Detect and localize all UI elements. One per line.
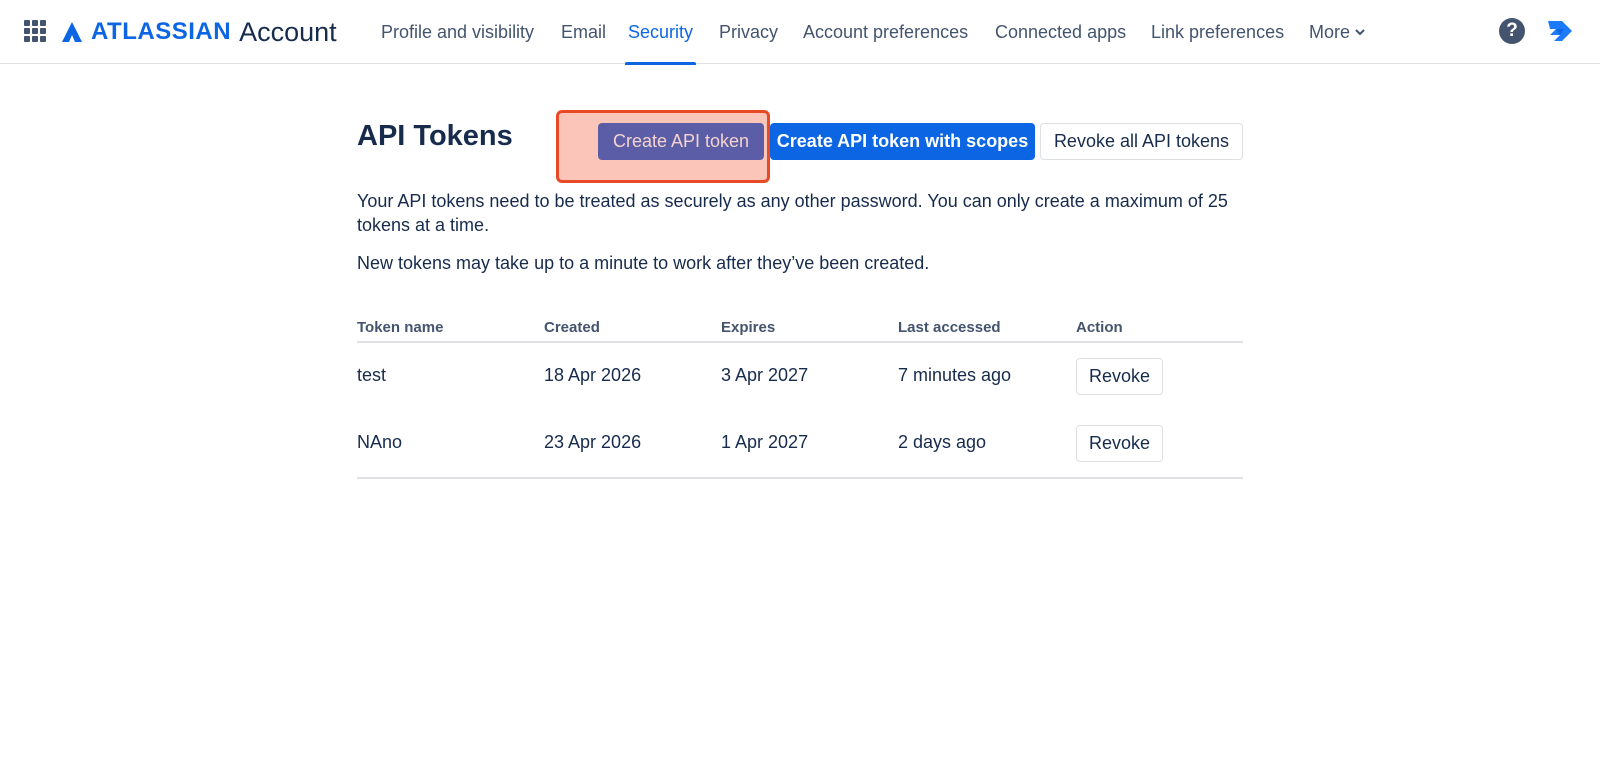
nav-label: Account preferences — [803, 21, 969, 42]
nav-privacy[interactable]: Privacy — [719, 0, 778, 64]
expires-cell: 1 Apr 2027 — [721, 432, 809, 452]
atlassian-logo[interactable]: ATLASSIAN Account — [61, 15, 337, 49]
last-accessed-cell: 7 minutes ago — [898, 365, 1012, 385]
api-tokens-table: Token name Created Expires Last accessed… — [357, 313, 1243, 479]
app-switcher-icon[interactable] — [24, 20, 46, 42]
nav-label: Link preferences — [1151, 21, 1285, 42]
nav-security[interactable]: Security — [624, 0, 697, 65]
last-accessed-cell: 2 days ago — [898, 432, 987, 452]
table-bottom-divider — [357, 477, 1243, 479]
delay-notice: New tokens may take up to a minute to wo… — [357, 253, 930, 273]
nav-account-preferences[interactable]: Account preferences — [803, 0, 968, 64]
page-title: API Tokens — [357, 120, 513, 152]
nav-label: Email — [561, 21, 607, 42]
nav-label: Connected apps — [995, 21, 1127, 42]
profile-switcher-icon[interactable] — [1546, 18, 1574, 44]
token-name-cell: test — [357, 365, 387, 385]
table-row: test 18 Apr 2026 3 Apr 2027 7 minutes ag… — [357, 343, 1243, 410]
nav-email[interactable]: Email — [561, 0, 606, 64]
revoke-button[interactable]: Revoke — [1076, 425, 1163, 462]
table-row: NAno 23 Apr 2026 1 Apr 2027 2 days ago R… — [357, 410, 1243, 477]
revoke-all-api-tokens-button[interactable]: Revoke all API tokens — [1040, 123, 1243, 160]
table-header: Token name Created Expires Last accessed… — [357, 313, 1243, 343]
create-api-token-with-scopes-button[interactable]: Create API token with scopes — [770, 123, 1035, 160]
top-navigation: ATLASSIAN Account Profile and visibility… — [0, 0, 1600, 65]
revoke-button[interactable]: Revoke — [1076, 358, 1163, 395]
column-header-created: Created — [544, 319, 600, 336]
column-header-last-accessed: Last accessed — [898, 319, 1001, 336]
atlassian-triangle-icon — [62, 22, 82, 42]
nav-profile-and-visibility[interactable]: Profile and visibility — [381, 0, 534, 64]
nav-label: Profile and visibility — [381, 21, 535, 42]
nav-label: Privacy — [719, 21, 779, 42]
created-cell: 18 Apr 2026 — [544, 365, 642, 385]
chevron-down-icon — [1355, 29, 1365, 35]
created-cell: 23 Apr 2026 — [544, 432, 642, 452]
nav-label: More — [1309, 21, 1351, 42]
help-icon[interactable]: ? — [1499, 18, 1525, 44]
create-api-token-button[interactable]: Create API token — [598, 123, 764, 160]
token-name-cell: NAno — [357, 432, 403, 452]
brand-product: Account — [239, 16, 337, 47]
expires-cell: 3 Apr 2027 — [721, 365, 809, 385]
nav-connected-apps[interactable]: Connected apps — [995, 0, 1126, 64]
column-header-token-name: Token name — [357, 319, 444, 336]
nav-link-preferences[interactable]: Link preferences — [1151, 0, 1284, 64]
security-notice: Your API tokens need to be treated as se… — [357, 191, 1228, 235]
brand-name: ATLASSIAN — [91, 18, 232, 45]
column-header-action: Action — [1076, 319, 1123, 336]
nav-label: Security — [628, 21, 694, 42]
nav-more[interactable]: More — [1309, 0, 1366, 64]
column-header-expires: Expires — [721, 319, 776, 336]
